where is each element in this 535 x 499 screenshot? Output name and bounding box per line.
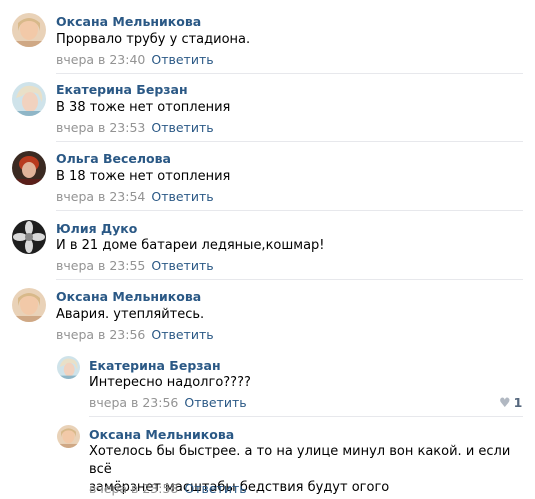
comment-date[interactable]: вчера в 23:55 [56,258,145,273]
reply-button[interactable]: Ответить [184,481,246,496]
reply-text-line: Хотелось бы быстрее. а то на улице минул… [89,444,511,477]
reply-meta: вчера в 23:58 Ответить [89,481,247,496]
avatar[interactable] [12,288,46,322]
comment-author[interactable]: Юлия Дуко [56,221,137,236]
divider [56,141,523,142]
comment-meta: вчера в 23:53 Ответить [56,120,214,135]
reply-button[interactable]: Ответить [151,327,213,342]
reply-button[interactable]: Ответить [151,189,213,204]
reply-date[interactable]: вчера в 23:58 [89,481,178,496]
avatar[interactable] [12,151,46,185]
comment-meta: вчера в 23:54 Ответить [56,189,214,204]
reply-button[interactable]: Ответить [151,52,213,67]
reply-date[interactable]: вчера в 23:56 [89,395,178,410]
like-button[interactable]: ♥ 1 [499,395,522,411]
avatar[interactable] [12,82,46,116]
comment-date[interactable]: вчера в 23:56 [56,327,145,342]
comment-author[interactable]: Ольга Веселова [56,151,171,166]
divider [56,210,523,211]
avatar[interactable] [57,425,80,448]
avatar[interactable] [12,220,46,254]
divider [56,279,523,280]
reply-author[interactable]: Екатерина Берзан [89,358,221,373]
comment-author[interactable]: Екатерина Берзан [56,82,188,97]
divider [89,416,523,417]
comment-meta: вчера в 23:56 Ответить [56,327,214,342]
comment-meta: вчера в 23:55 Ответить [56,258,214,273]
comment-text: В 18 тоже нет отопления [56,169,231,184]
comment-text: И в 21 доме батареи ледяные,кошмар! [56,238,325,253]
comment-text: Прорвало трубу у стадиона. [56,32,251,47]
reply-button[interactable]: Ответить [151,120,213,135]
like-count: 1 [513,395,523,410]
comment-author[interactable]: Оксана Мельникова [56,14,201,29]
heart-icon: ♥ [499,396,511,411]
comment-date[interactable]: вчера в 23:40 [56,52,145,67]
comment-date[interactable]: вчера в 23:53 [56,120,145,135]
reply-button[interactable]: Ответить [184,395,246,410]
reply-meta: вчера в 23:56 Ответить [89,395,247,410]
comment-date[interactable]: вчера в 23:54 [56,189,145,204]
comment-text: В 38 тоже нет отопления [56,100,231,115]
avatar[interactable] [12,13,46,47]
reply-author[interactable]: Оксана Мельникова [89,427,234,442]
comment-author[interactable]: Оксана Мельникова [56,289,201,304]
reply-button[interactable]: Ответить [151,258,213,273]
avatar[interactable] [57,356,80,379]
divider [56,73,523,74]
reply-text: Интересно надолго???? [89,375,251,390]
comment-meta: вчера в 23:40 Ответить [56,52,214,67]
comment-text: Авария. утепляйтесь. [56,307,205,322]
